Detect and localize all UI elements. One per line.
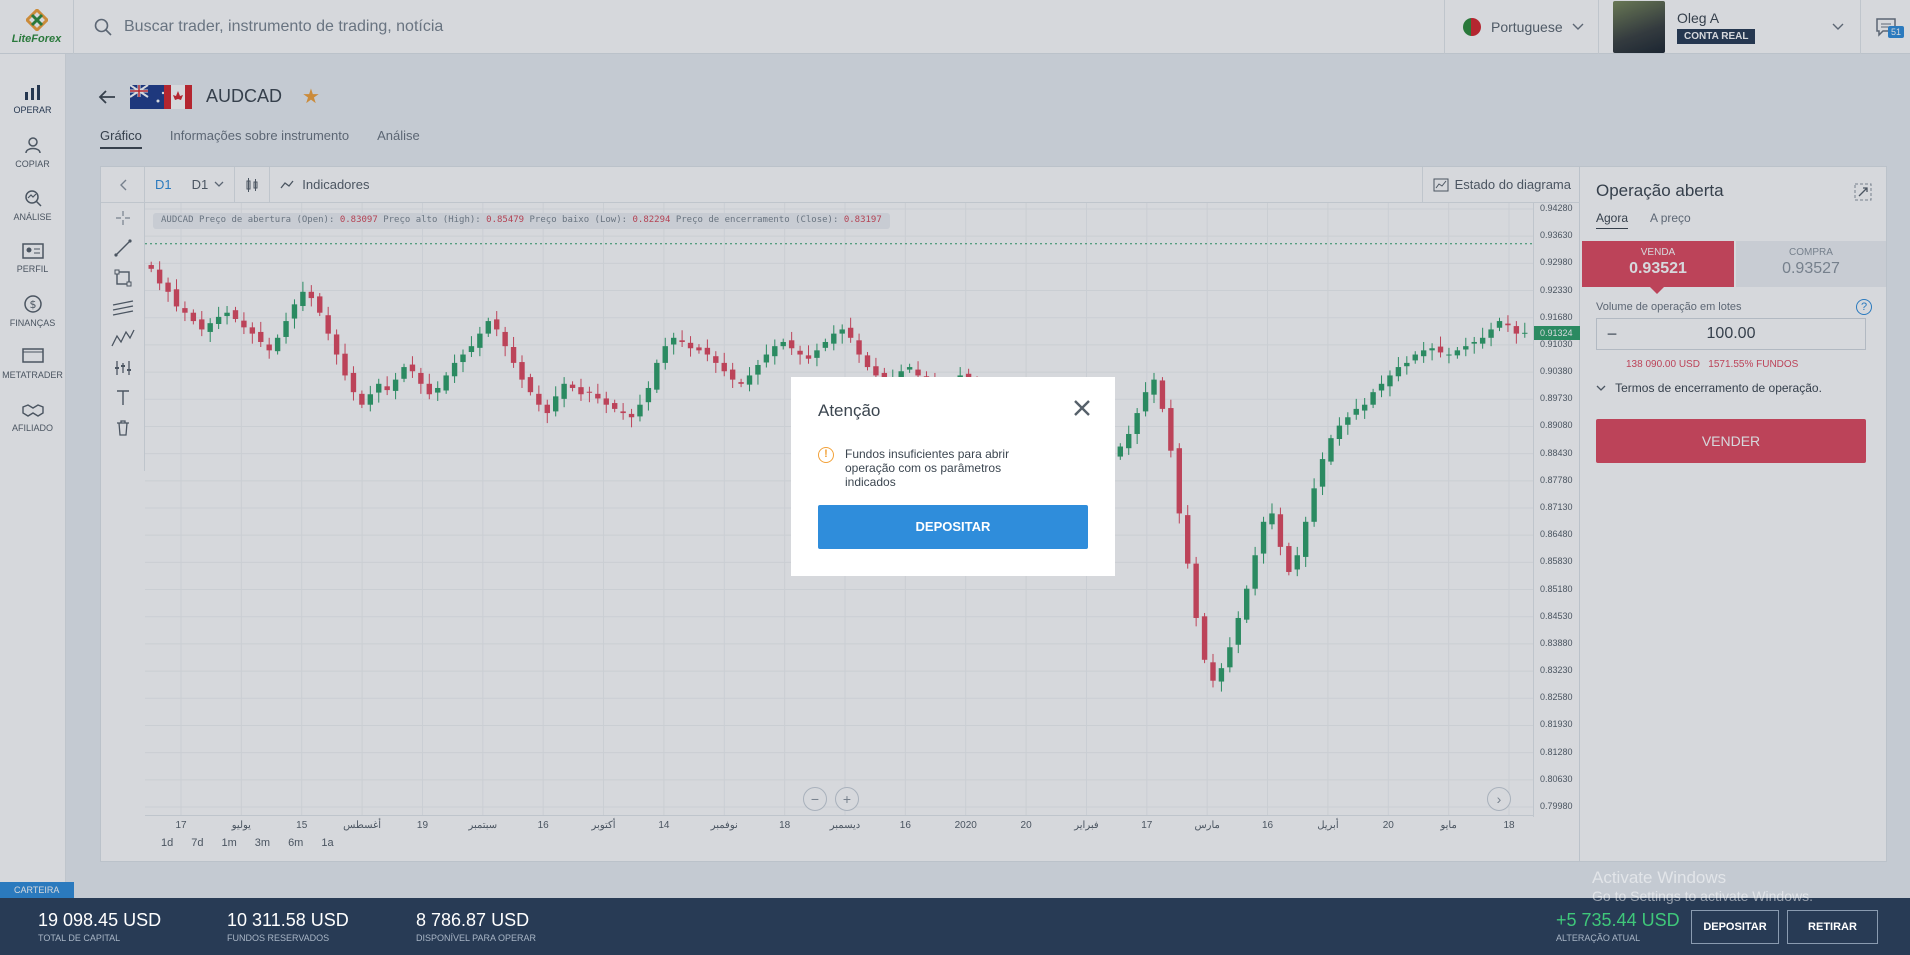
account-summary-bar: 19 098.45 USD TOTAL DE CAPITAL 10 311.58… [0, 898, 1910, 955]
watermark-line-1: Activate Windows [1592, 868, 1727, 887]
close-icon[interactable] [1073, 399, 1091, 417]
windows-activation-watermark: Activate Windows Go to Settings to activ… [1592, 868, 1813, 906]
dialog-title: Atenção [818, 401, 881, 420]
dialog-message: Fundos insuficientes para abrir operação… [845, 447, 1010, 489]
reserved-funds-label: FUNDOS RESERVADOS [227, 933, 330, 943]
watermark-line-2: Go to Settings to activate Windows. [1592, 888, 1813, 904]
reserved-funds: 10 311.58 USD FUNDOS RESERVADOS [227, 910, 349, 943]
insufficient-funds-dialog: Atenção ! Fundos insuficientes para abri… [791, 377, 1115, 576]
total-capital-value: 19 098.45 USD [38, 910, 162, 930]
total-capital: 19 098.45 USD TOTAL DE CAPITAL [38, 910, 161, 943]
deposit-button[interactable]: DEPOSITAR [1691, 910, 1779, 944]
warning-icon: ! [818, 447, 834, 463]
deposit-dialog-button[interactable]: DEPOSITAR [818, 505, 1088, 549]
total-capital-label: TOTAL DE CAPITAL [38, 933, 121, 943]
current-change: +5 735.44 USD ALTERAÇÃO ATUAL [1556, 910, 1680, 943]
available-funds-label: DISPONÍVEL PARA OPERAR [416, 933, 537, 943]
current-change-label: ALTERAÇÃO ATUAL [1556, 933, 1641, 943]
reserved-funds-value: 10 311.58 USD [227, 910, 349, 930]
available-funds-value: 8 786.87 USD [416, 910, 530, 930]
available-funds: 8 786.87 USD DISPONÍVEL PARA OPERAR [416, 910, 536, 943]
current-change-value: +5 735.44 USD [1556, 910, 1680, 930]
withdraw-button[interactable]: RETIRAR [1787, 910, 1878, 944]
